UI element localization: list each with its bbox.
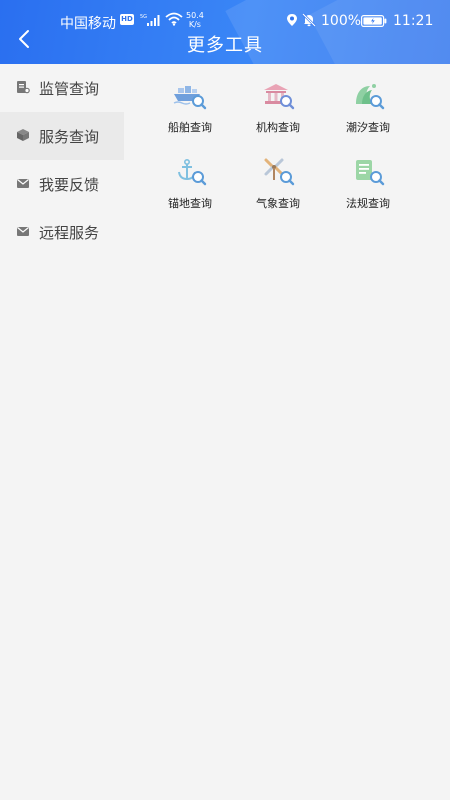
tool-regulation-query[interactable]: 法规查询: [328, 146, 408, 210]
tide-search-icon: [356, 84, 385, 110]
sidebar-item-supervision[interactable]: 监管查询: [0, 64, 124, 112]
tool-label: 法规查询: [346, 197, 390, 210]
location-icon: [287, 14, 297, 26]
sidebar-item-label: 服务查询: [39, 128, 100, 146]
net-speed-value: 50.4: [186, 11, 204, 20]
sidebar-item-service[interactable]: 服务查询: [0, 112, 124, 160]
net-speed-unit: K/s: [188, 20, 201, 29]
tool-label: 机构查询: [256, 121, 300, 134]
battery-icon: [361, 15, 387, 27]
hd-badge: HD: [120, 14, 134, 25]
clock: 11:21: [393, 13, 434, 29]
tool-label: 潮汐查询: [346, 121, 390, 134]
tool-weather-query[interactable]: 气象查询: [238, 146, 318, 210]
wifi-icon: [165, 12, 183, 26]
battery-percent: 100%: [321, 13, 362, 29]
svg-text:5G: 5G: [140, 14, 147, 20]
ship-search-icon: [173, 86, 207, 110]
tool-label: 锚地查询: [168, 197, 212, 210]
mail-icon: [17, 179, 29, 188]
tool-ship-query[interactable]: 船舶查询: [150, 70, 230, 134]
sidebar-item-label: 我要反馈: [39, 176, 100, 194]
sidebar-item-remote-service[interactable]: 远程服务: [0, 208, 124, 256]
bell-muted-icon: [302, 13, 316, 27]
carrier-name: 中国移动: [60, 16, 116, 32]
sidebar-item-feedback[interactable]: 我要反馈: [0, 160, 124, 208]
law-search-icon: [356, 160, 385, 186]
sidebar-item-label: 监管查询: [39, 80, 100, 98]
tool-label: 船舶查询: [168, 121, 212, 134]
page-title: 更多工具: [187, 35, 263, 56]
weather-search-icon: [264, 158, 295, 186]
building-search-icon: [264, 84, 295, 110]
sidebar-item-label: 远程服务: [39, 224, 100, 242]
tool-label: 气象查询: [256, 197, 300, 210]
box-icon: [17, 129, 29, 141]
document-icon: [17, 81, 30, 94]
signal-icon: 5G: [140, 14, 160, 26]
net-speed: 50.4 K/s: [186, 11, 204, 29]
mail-icon: [17, 227, 29, 236]
app-header: 中国移动 HD 5G 50.4 K/s 100% 11:21 更多工具: [0, 0, 450, 64]
tool-agency-query[interactable]: 机构查询: [238, 70, 318, 134]
tool-tide-query[interactable]: 潮汐查询: [328, 70, 408, 134]
tool-anchorage-query[interactable]: 锚地查询: [150, 146, 230, 210]
anchor-search-icon: [178, 158, 207, 186]
category-sidebar: 监管查询 服务查询 我要反馈 远程服务: [0, 64, 124, 800]
tool-grid: 船舶查询 机构查询 潮汐查询 锚地查询 气象查询 法规查询: [124, 64, 450, 800]
